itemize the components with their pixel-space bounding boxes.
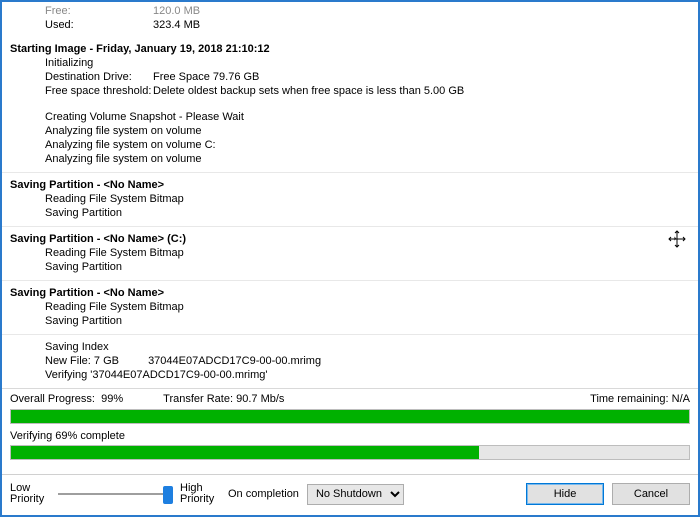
separator [2, 280, 698, 282]
time-remaining-label: Time remaining: [590, 393, 668, 405]
log-line: Reading File System Bitmap [10, 192, 690, 206]
overall-progress-value: 99% [101, 393, 123, 405]
saving-partition-header: Saving Partition - <No Name> (C:) [10, 232, 690, 246]
log-line: Initializing [10, 56, 690, 70]
log-line: Saving Index [10, 340, 690, 354]
saving-partition-header: Saving Partition - <No Name> [10, 286, 690, 300]
time-remaining-value: N/A [672, 393, 690, 405]
log-line: Destination Drive: Free Space 79.76 GB [10, 70, 690, 84]
log-line: Reading File System Bitmap [10, 300, 690, 314]
verify-progress-bar [10, 445, 690, 460]
log-line: Free space threshold: Delete oldest back… [10, 84, 690, 98]
slider-thumb[interactable] [163, 486, 173, 504]
starting-image-header: Starting Image - Friday, January 19, 201… [10, 42, 690, 56]
separator [2, 226, 698, 228]
hide-button[interactable]: Hide [526, 483, 604, 505]
high-priority-label: High Priority [180, 483, 216, 505]
log-line: Analyzing file system on volume [10, 124, 690, 138]
footer-bar: Low Priority High Priority On completion… [2, 474, 698, 515]
separator [2, 172, 698, 174]
verify-progress-fill [11, 446, 479, 459]
overall-progress-fill [11, 410, 689, 423]
log-line: Analyzing file system on volume [10, 152, 690, 166]
log-line: Saving Partition [10, 314, 690, 328]
transfer-rate-label: Transfer Rate: [163, 393, 233, 405]
on-completion-label: On completion [228, 488, 299, 500]
transfer-rate-value: 90.7 Mb/s [236, 393, 284, 405]
progress-section: Overall Progress: 99% Transfer Rate: 90.… [2, 389, 698, 470]
cancel-button[interactable]: Cancel [612, 483, 690, 505]
log-line: New File: 7 GB 37044E07ADCD17C9-00-00.mr… [10, 354, 690, 368]
overall-stats: Overall Progress: 99% Transfer Rate: 90.… [10, 393, 690, 405]
overall-progress-bar [10, 409, 690, 424]
log-line: Reading File System Bitmap [10, 246, 690, 260]
log-line: Verifying '37044E07ADCD17C9-00-00.mrimg' [10, 368, 690, 382]
priority-slider[interactable] [58, 484, 168, 504]
log-line: Saving Partition [10, 206, 690, 220]
saving-partition-header: Saving Partition - <No Name> [10, 178, 690, 192]
log-line: Analyzing file system on volume C: [10, 138, 690, 152]
overall-progress-label: Overall Progress: [10, 393, 95, 405]
separator [2, 334, 698, 336]
log-pane: Free: 120.0 MB Used: 323.4 MB Starting I… [2, 2, 698, 389]
verify-label: Verifying 69% complete [10, 430, 690, 442]
log-line: Saving Partition [10, 260, 690, 274]
low-priority-label: Low Priority [10, 483, 46, 505]
backup-progress-window: Free: 120.0 MB Used: 323.4 MB Starting I… [0, 0, 700, 517]
used-row: Used: 323.4 MB [10, 18, 690, 32]
on-completion-select[interactable]: No ShutdownShutdownRestartHibernateSleep [307, 484, 404, 505]
slider-track [58, 493, 168, 495]
used-row-partial: Free: 120.0 MB [10, 4, 690, 18]
log-line: Creating Volume Snapshot - Please Wait [10, 110, 690, 124]
